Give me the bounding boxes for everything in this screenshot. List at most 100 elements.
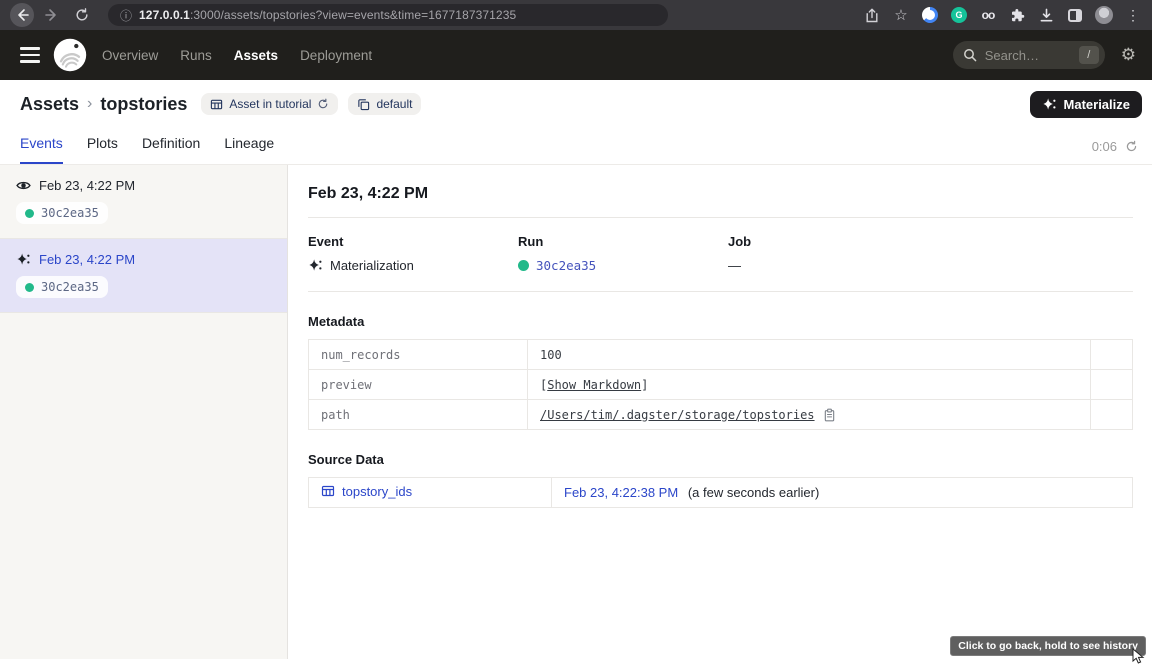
bookmark-star-icon[interactable]: ☆ (892, 6, 910, 24)
browser-forward-button[interactable] (40, 3, 64, 27)
grammarly-extension-icon[interactable]: G (951, 7, 967, 23)
browser-back-button[interactable] (10, 3, 34, 27)
run-column: Run 30c2ea35 (518, 234, 728, 273)
metadata-key: path (309, 400, 528, 430)
search-icon (963, 48, 977, 62)
side-panel-icon (1068, 9, 1082, 22)
browser-reload-button[interactable] (70, 3, 94, 27)
run-column-label: Run (518, 234, 728, 249)
show-markdown-link[interactable]: Show Markdown (547, 378, 641, 392)
extensions-puzzle-button[interactable] (1008, 6, 1026, 24)
metadata-extra-cell (1091, 370, 1133, 400)
event-type-value: Materialization (330, 258, 414, 273)
divider (308, 291, 1133, 292)
extension-blue-icon[interactable] (922, 7, 938, 23)
metadata-table: num_records 100 preview [Show Markdown] … (308, 339, 1133, 430)
forward-arrow-icon (45, 8, 59, 22)
event-info-row: Event Materialization Run 30c2ea35 Job — (308, 234, 1133, 273)
profile-avatar (1095, 6, 1113, 24)
downloads-button[interactable] (1037, 6, 1055, 24)
search-shortcut-badge: / (1079, 46, 1099, 64)
metadata-value: [Show Markdown] (528, 370, 1091, 400)
asset-tabs: Events Plots Definition Lineage 0:06 (0, 125, 1152, 165)
run-status-dot (25, 283, 34, 292)
reload-icon (75, 8, 89, 22)
run-id-label: 30c2ea35 (41, 206, 99, 220)
event-list-item-observation[interactable]: Feb 23, 4:22 PM 30c2ea35 (0, 165, 287, 239)
path-link[interactable]: /Users/tim/.dagster/storage/topstories (540, 408, 815, 422)
event-column-label: Event (308, 234, 518, 249)
tab-lineage[interactable]: Lineage (224, 135, 274, 164)
table-row: preview [Show Markdown] (309, 370, 1133, 400)
refresh-icon[interactable] (317, 98, 329, 110)
run-status-dot (25, 209, 34, 218)
breadcrumb: Assets › topstories (20, 94, 187, 115)
profile-button[interactable] (1095, 6, 1113, 24)
url-text: 127.0.0.1:3000/assets/topstories?view=ev… (139, 8, 516, 22)
source-asset-link[interactable]: topstory_ids (321, 484, 412, 499)
metadata-key: num_records (309, 340, 528, 370)
browser-toolbar-icons: ☆ G oo ⋮ (863, 6, 1142, 24)
source-time-note: (a few seconds earlier) (688, 485, 820, 500)
asset-tutorial-tag[interactable]: Asset in tutorial (201, 93, 338, 115)
breadcrumb-asset-name: topstories (100, 94, 187, 115)
metadata-heading: Metadata (308, 314, 1133, 329)
share-icon (865, 8, 879, 23)
settings-gear-icon[interactable]: ⚙ (1121, 45, 1136, 65)
refresh-timer: 0:06 (1092, 139, 1138, 154)
event-detail-title: Feb 23, 4:22 PM (308, 185, 1133, 203)
sparkle-icon (1042, 97, 1057, 112)
nav-item-overview[interactable]: Overview (102, 48, 158, 63)
goggles-extension-icon[interactable]: oo (979, 6, 997, 24)
clipboard-copy-icon[interactable] (823, 408, 836, 422)
asset-tags: Asset in tutorial default (201, 93, 421, 115)
run-id-label: 30c2ea35 (41, 280, 99, 294)
hamburger-menu-button[interactable] (20, 47, 40, 63)
event-list-sidebar: Feb 23, 4:22 PM 30c2ea35 Feb 23, 4:22 PM… (0, 165, 288, 659)
table-row: topstory_ids Feb 23, 4:22:38 PM (a few s… (309, 478, 1133, 508)
breadcrumb-assets-link[interactable]: Assets (20, 94, 79, 115)
materialize-button[interactable]: Materialize (1030, 91, 1142, 118)
bracket: ] (641, 378, 648, 392)
back-history-tooltip: Click to go back, hold to see history (950, 636, 1146, 656)
event-list-item-materialization[interactable]: Feb 23, 4:22 PM 30c2ea35 (0, 239, 287, 313)
side-panel-button[interactable] (1066, 6, 1084, 24)
events-layout: Feb 23, 4:22 PM 30c2ea35 Feb 23, 4:22 PM… (0, 165, 1152, 659)
timer-refresh-icon[interactable] (1125, 140, 1138, 153)
event-time-label: Feb 23, 4:22 PM (39, 252, 135, 267)
sparkle-icon (16, 252, 31, 267)
metadata-key: preview (309, 370, 528, 400)
source-asset-name: topstory_ids (342, 484, 412, 499)
nav-item-assets[interactable]: Assets (234, 48, 278, 63)
back-arrow-icon (15, 8, 29, 22)
nav-item-runs[interactable]: Runs (180, 48, 212, 63)
browser-menu-button[interactable]: ⋮ (1124, 6, 1142, 24)
source-time-cell: Feb 23, 4:22:38 PM (a few seconds earlie… (552, 478, 1133, 508)
tab-definition[interactable]: Definition (142, 135, 200, 164)
tab-events[interactable]: Events (20, 135, 63, 164)
search-input[interactable]: Search… / (953, 41, 1105, 69)
event-run-pill[interactable]: 30c2ea35 (16, 276, 108, 298)
download-icon (1039, 8, 1054, 23)
refresh-timer-value: 0:06 (1092, 139, 1117, 154)
run-id-link[interactable]: 30c2ea35 (536, 258, 596, 273)
metadata-value: 100 (528, 340, 1091, 370)
source-time-link[interactable]: Feb 23, 4:22:38 PM (564, 485, 678, 500)
tab-plots[interactable]: Plots (87, 135, 118, 164)
table-row: num_records 100 (309, 340, 1133, 370)
share-button[interactable] (863, 6, 881, 24)
nav-item-deployment[interactable]: Deployment (300, 48, 372, 63)
dagster-logo (52, 37, 88, 73)
source-data-heading: Source Data (308, 452, 1133, 467)
asset-group-tag[interactable]: default (348, 93, 421, 115)
event-run-pill[interactable]: 30c2ea35 (16, 202, 108, 224)
job-column: Job — (728, 234, 938, 273)
table-row: path /Users/tim/.dagster/storage/topstor… (309, 400, 1133, 430)
site-info-icon[interactable]: ⓘ (120, 7, 132, 24)
table-grid-icon (210, 98, 223, 111)
breadcrumb-separator: › (87, 95, 92, 113)
address-bar[interactable]: ⓘ 127.0.0.1:3000/assets/topstories?view=… (108, 4, 668, 26)
sparkle-icon (308, 258, 323, 273)
table-grid-icon (321, 484, 335, 498)
group-copy-icon (357, 98, 370, 111)
